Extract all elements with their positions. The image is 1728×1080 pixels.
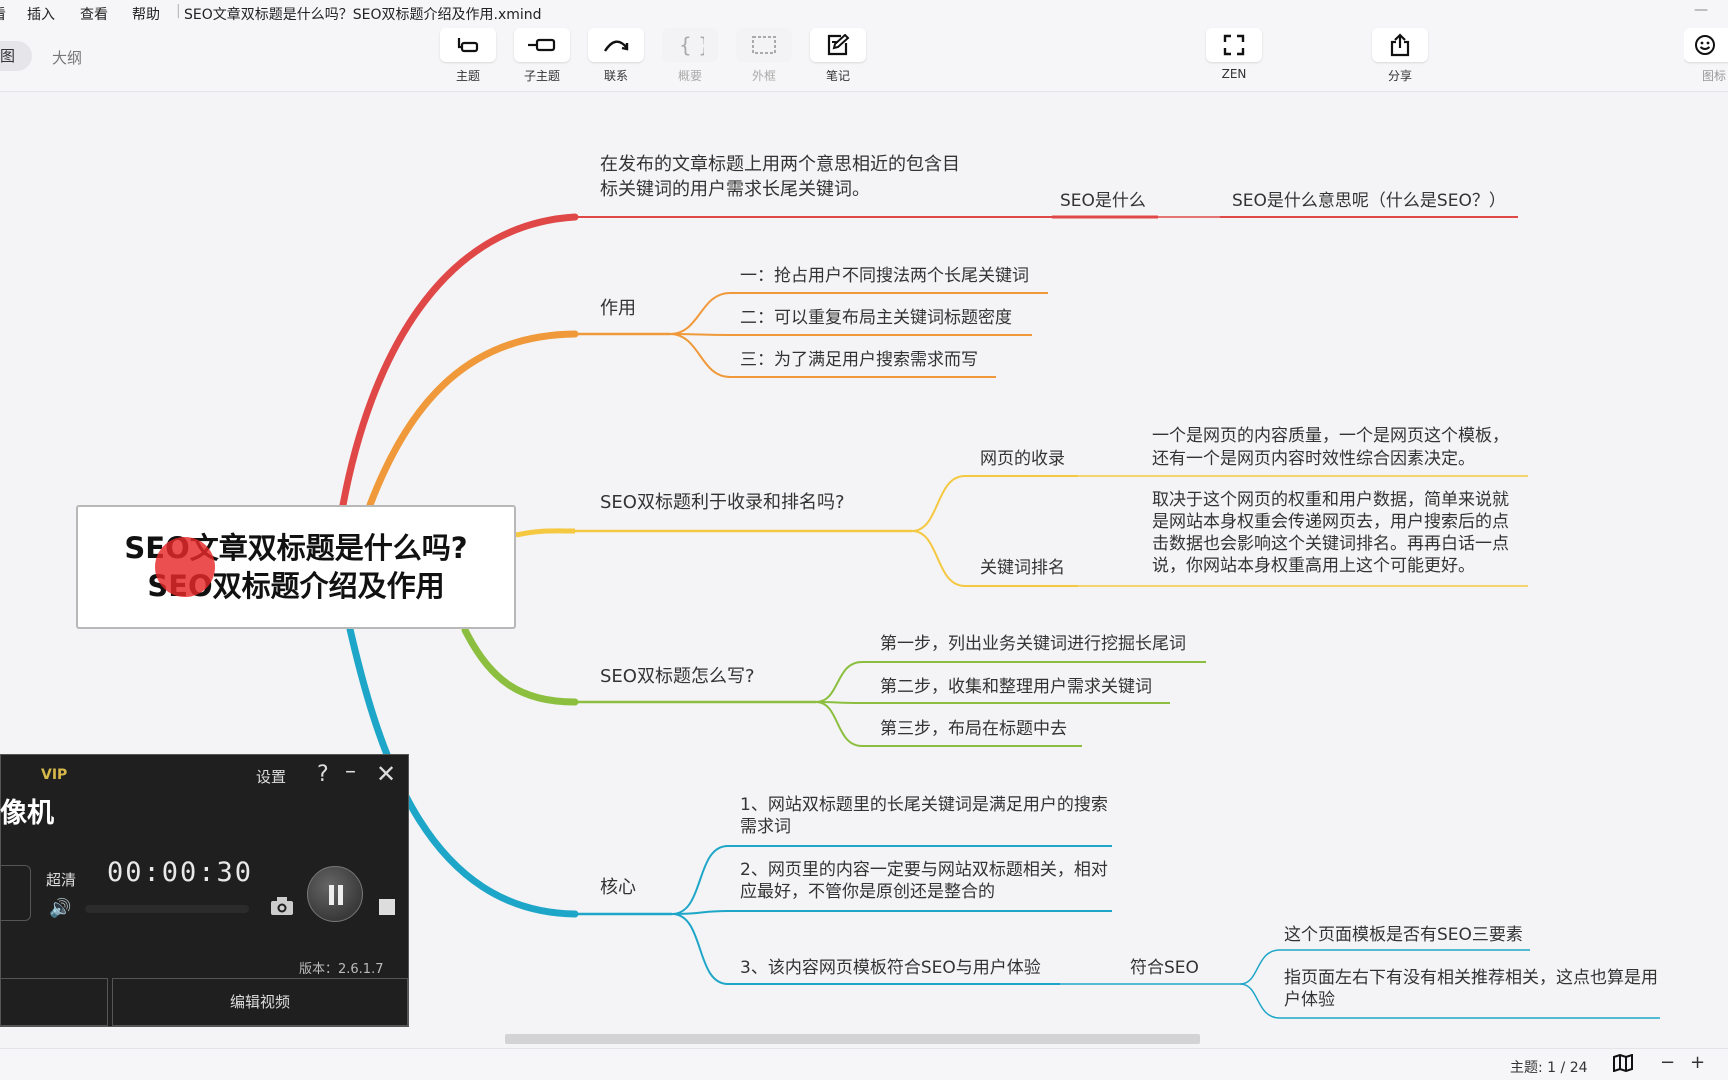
topic-step-1[interactable]: 第一步，列出业务关键词进行挖掘长尾词 <box>880 633 1186 655</box>
zoom-in-button[interactable]: + <box>1690 1052 1705 1073</box>
topic-how-to-write[interactable]: SEO双标题怎么写? <box>600 666 755 688</box>
topic-keyword-ranking-detail[interactable]: 取决于这个网页的权重和用户数据，简单来说就是网站本身权重会传递网页去，用户搜索后… <box>1152 489 1524 577</box>
zoom-out-button[interactable]: − <box>1660 1052 1675 1073</box>
recorder-bottom-left-button[interactable] <box>1 978 108 1026</box>
topic-user-experience[interactable]: 指页面左右下有没有相关推荐相关，这点也算是用户体验 <box>1284 967 1664 1011</box>
topic-function-2[interactable]: 二：可以重复布局主关键词标题密度 <box>740 307 1012 329</box>
topic-core-2[interactable]: 2、网页里的内容一定要与网站双标题相关，相对应最好，不管你是原创还是整合的 <box>740 859 1110 903</box>
stop-button[interactable] <box>379 899 395 915</box>
recorder-settings-button[interactable]: 设置 <box>256 766 286 787</box>
recorder-timer: 00:00:30 <box>107 857 254 888</box>
topic-seo-definition[interactable]: 在发布的文章标题上用两个意思相近的包含目标关键词的用户需求长尾关键词。 <box>600 152 970 202</box>
volume-slider[interactable] <box>85 905 249 913</box>
root-topic[interactable]: SEO文章双标题是什么吗? SEO双标题介绍及作用 <box>76 505 516 629</box>
horizontal-scroll-thumb[interactable] <box>505 1034 1200 1044</box>
map-overview-icon[interactable] <box>1612 1053 1634 1077</box>
topic-count: 主题: 1 / 24 <box>1510 1060 1588 1076</box>
topic-step-2[interactable]: 第二步，收集和整理用户需求关键词 <box>880 676 1152 698</box>
recorder-quality[interactable]: 超清 <box>46 869 76 890</box>
topic-function-1[interactable]: 一：抢占用户不同搜法两个长尾关键词 <box>740 265 1029 287</box>
recorder-mode-button[interactable] <box>1 865 31 921</box>
topic-core-1[interactable]: 1、网站双标题里的长尾关键词是满足用户的搜索需求词 <box>740 794 1110 838</box>
edit-video-button[interactable]: 编辑视频 <box>112 978 408 1026</box>
screen-recorder-panel: VIP 设置 ? – ✕ 录像机 超清 00:00:30 🔊 版本：2.6.1.… <box>0 754 409 1027</box>
mouse-cursor-highlight <box>155 537 215 597</box>
topic-step-3[interactable]: 第三步，布局在标题中去 <box>880 718 1067 740</box>
topic-seo-compliant[interactable]: 符合SEO <box>1130 957 1199 979</box>
volume-icon[interactable]: 🔊 <box>49 898 71 919</box>
recorder-version: 版本：2.6.1.7 <box>299 962 384 977</box>
recorder-help-button[interactable]: ? <box>317 762 329 787</box>
pause-button[interactable] <box>307 866 363 922</box>
camera-icon[interactable] <box>269 895 295 917</box>
topic-seo-meaning[interactable]: SEO是什么意思呢（什么是SEO？） <box>1232 190 1506 212</box>
topic-function[interactable]: 作用 <box>600 298 636 320</box>
recorder-minimize-icon[interactable]: – <box>345 759 356 784</box>
topic-page-indexing-detail[interactable]: 一个是网页的内容质量，一个是网页这个模板，还有一个是网页内容时效性综合因素决定。 <box>1152 425 1522 471</box>
vip-badge: VIP <box>41 767 68 783</box>
topic-keyword-ranking[interactable]: 关键词排名 <box>980 557 1065 579</box>
topic-indexing-ranking[interactable]: SEO双标题利于收录和排名吗? <box>600 492 845 514</box>
topic-seo-three-elements[interactable]: 这个页面模板是否有SEO三要素 <box>1284 924 1523 946</box>
recorder-title: 录像机 <box>0 798 54 829</box>
recorder-close-icon[interactable]: ✕ <box>376 760 396 788</box>
topic-function-3[interactable]: 三：为了满足用户搜索需求而写 <box>740 349 978 371</box>
topic-core-3[interactable]: 3、该内容网页模板符合SEO与用户体验 <box>740 957 1041 979</box>
status-bar: 主题: 1 / 24 − + <box>0 1048 1728 1080</box>
topic-core[interactable]: 核心 <box>600 877 636 899</box>
topic-page-indexing[interactable]: 网页的收录 <box>980 448 1065 470</box>
topic-what-is-seo[interactable]: SEO是什么 <box>1060 190 1146 212</box>
